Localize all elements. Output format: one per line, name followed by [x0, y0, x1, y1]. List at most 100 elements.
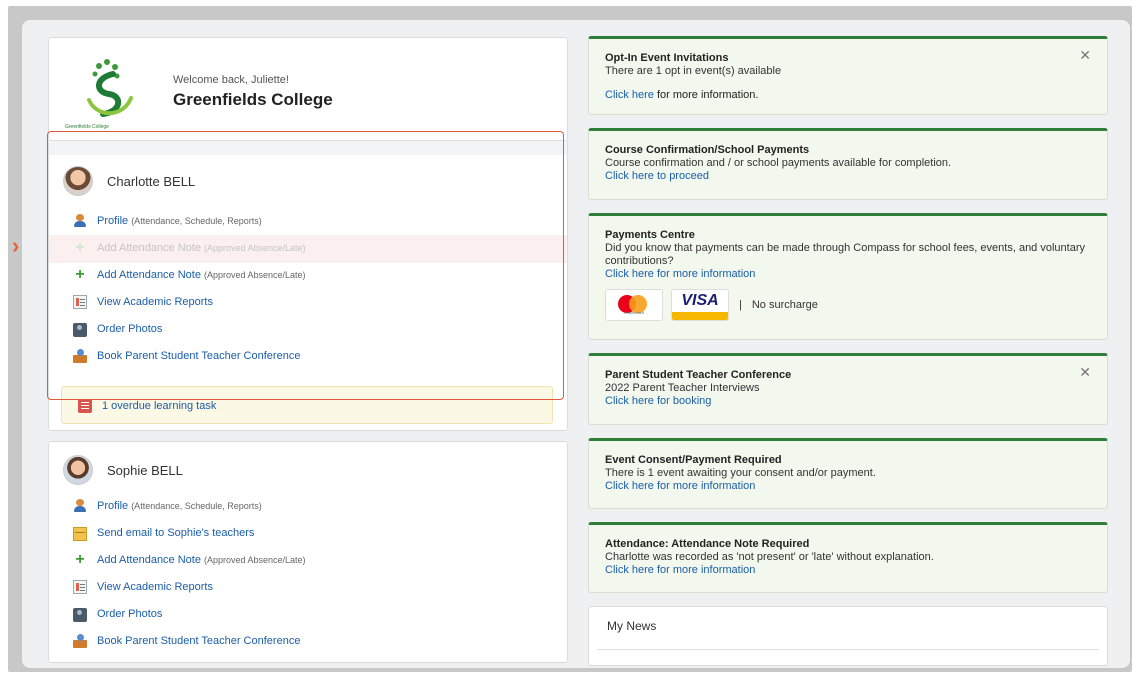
school-card: Greenfields College Welcome back, Juliet… — [48, 37, 568, 141]
view-academic-reports-link[interactable]: View Academic Reports — [73, 576, 213, 598]
report-icon — [73, 580, 87, 594]
notice-title: Course Confirmation/School Payments — [605, 144, 810, 156]
conference-icon — [73, 634, 87, 648]
notice-link[interactable]: Click here for more information — [605, 480, 755, 492]
link-label: Profile — [97, 215, 129, 227]
notice-attendance-note: Attendance: Attendance Note Required Cha… — [588, 522, 1108, 593]
notice-body: There are 1 opt in event(s) available — [605, 65, 782, 77]
notice-course-confirmation: Course Confirmation/School Payments Cour… — [588, 128, 1108, 200]
plus-icon: + — [75, 551, 85, 568]
task-label: 1 overdue learning task — [102, 400, 217, 412]
link-subtext: (Approved Absence/Late) — [203, 555, 306, 565]
link-label: Add Attendance Note — [97, 242, 201, 254]
notice-link[interactable]: Click here for more information — [605, 268, 755, 280]
notice-title: Payments Centre — [605, 229, 695, 241]
student-avatar — [63, 455, 93, 485]
link-label: Book Parent Student Teacher Conference — [97, 635, 301, 647]
notice-link[interactable]: Click here to proceed — [605, 170, 709, 182]
book-conference-link[interactable]: Book Parent Student Teacher Conference — [73, 630, 300, 652]
conference-icon — [73, 349, 87, 363]
student-card-charlotte: Charlotte BELL Profile (Attendance, Sche… — [48, 155, 568, 431]
student-card-sophie: Sophie BELL Profile (Attendance, Schedul… — [48, 441, 568, 663]
notice-event-consent: Event Consent/Payment Required There is … — [588, 438, 1108, 509]
photo-icon — [73, 608, 87, 622]
my-news-panel: My News — [588, 606, 1108, 666]
school-logo: Greenfields College — [65, 54, 151, 130]
profile-icon — [73, 499, 87, 513]
order-photos-link[interactable]: Order Photos — [73, 603, 162, 625]
left-column: Greenfields College Welcome back, Juliet… — [48, 37, 568, 663]
notice-link-line: Click here for more information. — [605, 89, 1091, 102]
profile-icon — [73, 214, 87, 228]
add-attendance-note-link[interactable]: + Add Attendance Note (Approved Absence/… — [73, 264, 306, 286]
welcome-text: Welcome back, Juliette! — [173, 74, 289, 86]
profile-link[interactable]: Profile (Attendance, Schedule, Reports) — [73, 495, 262, 517]
link-label: Send email to Sophie's teachers — [97, 527, 255, 539]
link-label: Order Photos — [97, 608, 163, 620]
notice-link-line: Click here for more information — [605, 480, 1091, 493]
notice-body: There is 1 event awaiting your consent a… — [605, 467, 876, 479]
student-name: Charlotte BELL — [107, 173, 196, 189]
plus-icon: + — [75, 239, 85, 256]
notice-link-line: Click here for more information — [605, 268, 1091, 281]
close-icon[interactable]: ✕ — [1079, 365, 1091, 379]
notice-link-suffix: for more information. — [653, 89, 759, 101]
notice-body: Did you know that payments can be made t… — [605, 242, 1085, 267]
link-label: Book Parent Student Teacher Conference — [97, 350, 301, 362]
link-subtext: (Attendance, Schedule, Reports) — [131, 216, 262, 226]
pointer-arrow-icon: › — [12, 233, 20, 258]
student-avatar — [63, 166, 93, 196]
link-label: Add Attendance Note — [97, 554, 201, 566]
link-label: View Academic Reports — [97, 581, 213, 593]
student-name: Sophie BELL — [107, 462, 183, 478]
mail-icon — [73, 527, 87, 541]
logo-caption: Greenfields College — [65, 124, 109, 130]
link-label: Add Attendance Note — [97, 269, 201, 281]
news-divider — [597, 649, 1099, 650]
notice-link-line: Click here for more information — [605, 564, 1091, 577]
book-conference-link[interactable]: Book Parent Student Teacher Conference — [73, 345, 300, 367]
student-header[interactable]: Charlotte BELL — [63, 165, 195, 197]
student-header[interactable]: Sophie BELL — [63, 454, 183, 486]
link-label: View Academic Reports — [97, 296, 213, 308]
plus-icon: + — [75, 266, 85, 283]
notice-body: 2022 Parent Teacher Interviews — [605, 382, 760, 394]
photo-icon — [73, 323, 87, 337]
notice-link-line: Click here for booking — [605, 395, 1091, 408]
notice-link-line: Click here to proceed — [605, 170, 1091, 183]
news-title: My News — [607, 619, 657, 633]
notice-body: Course confirmation and / or school paym… — [605, 157, 952, 169]
dashboard: Greenfields College Welcome back, Juliet… — [22, 20, 1130, 668]
view-academic-reports-link[interactable]: View Academic Reports — [73, 291, 213, 313]
notice-link[interactable]: Click here for booking — [605, 395, 711, 407]
order-photos-link[interactable]: Order Photos — [73, 318, 162, 340]
section-divider — [48, 141, 568, 155]
notice-link[interactable]: Click here for more information — [605, 564, 755, 576]
link-subtext: (Approved Absence/Late) — [203, 270, 306, 280]
close-icon[interactable]: ✕ — [1079, 48, 1091, 62]
notice-opt-in-events: ✕ Opt-In Event Invitations There are 1 o… — [588, 36, 1108, 115]
notice-conference: ✕ Parent Student Teacher Conference 2022… — [588, 353, 1108, 425]
surcharge-separator: | — [739, 298, 742, 311]
notice-title: Opt-In Event Invitations — [605, 52, 729, 64]
add-attendance-note-link[interactable]: + Add Attendance Note (Approved Absence/… — [73, 549, 306, 571]
notice-title: Parent Student Teacher Conference — [605, 369, 792, 381]
link-subtext: (Approved Absence/Late) — [203, 243, 306, 253]
visa-logo: VISA — [671, 289, 729, 321]
school-name: Greenfields College — [173, 90, 333, 109]
email-teachers-link[interactable]: Send email to Sophie's teachers — [73, 522, 254, 544]
report-icon — [73, 295, 87, 309]
link-label: Order Photos — [97, 323, 163, 335]
notice-payments-centre: Payments Centre Did you know that paymen… — [588, 213, 1108, 340]
notice-link[interactable]: Click here — [605, 89, 654, 101]
payment-methods: mastercard VISA | No surcharge — [605, 289, 1091, 321]
mastercard-logo: mastercard — [605, 289, 663, 321]
right-column: ✕ Opt-In Event Invitations There are 1 o… — [588, 36, 1108, 666]
task-icon — [78, 399, 92, 413]
overdue-task-box: 1 overdue learning task — [61, 386, 553, 424]
overdue-task-link[interactable]: 1 overdue learning task — [78, 395, 216, 417]
profile-link[interactable]: Profile (Attendance, Schedule, Reports) — [73, 210, 262, 232]
link-subtext: (Attendance, Schedule, Reports) — [131, 501, 262, 511]
notice-body: Charlotte was recorded as 'not present' … — [605, 551, 934, 563]
notice-title: Attendance: Attendance Note Required — [605, 538, 810, 550]
